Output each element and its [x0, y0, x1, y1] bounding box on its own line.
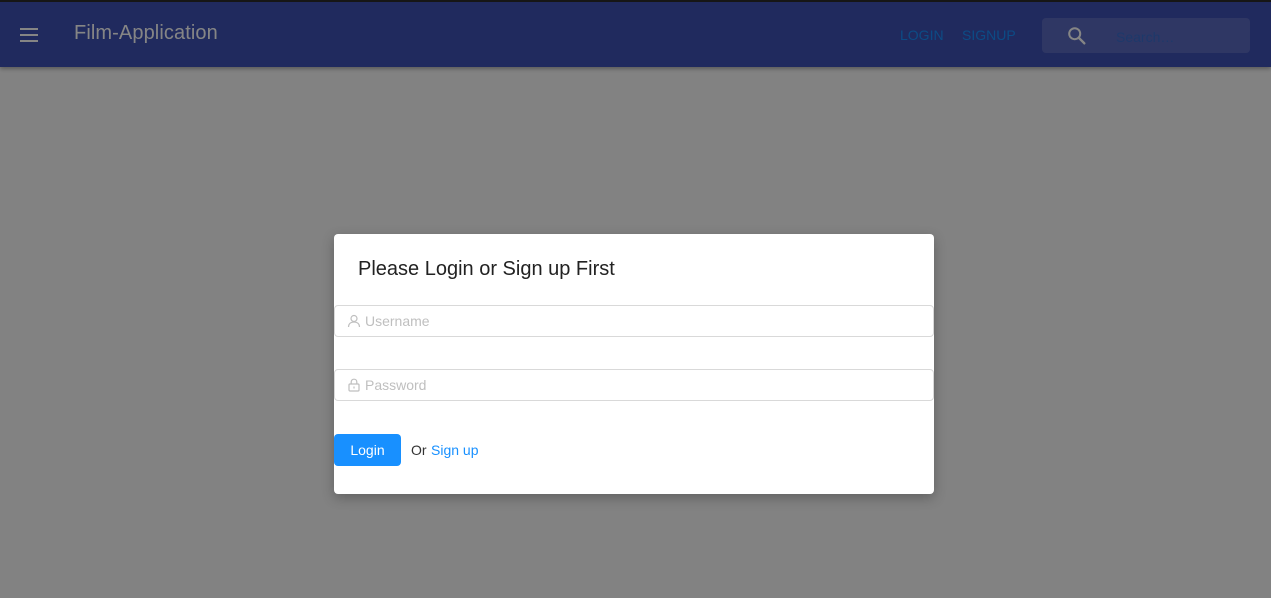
username-input[interactable]: [365, 306, 925, 336]
password-input[interactable]: [365, 370, 925, 400]
lock-icon: [348, 378, 360, 392]
user-icon: [347, 314, 361, 328]
login-dialog: Please Login or Sign up First Login Or S…: [334, 234, 934, 494]
dialog-title: Please Login or Sign up First: [358, 258, 615, 280]
or-text: Or: [411, 442, 427, 458]
username-field: [334, 305, 934, 337]
page: Film-Application LOGIN SIGNUP Please Log…: [0, 0, 1271, 598]
login-button[interactable]: Login: [334, 434, 401, 466]
signup-link[interactable]: Sign up: [431, 442, 478, 458]
password-field: [334, 369, 934, 401]
